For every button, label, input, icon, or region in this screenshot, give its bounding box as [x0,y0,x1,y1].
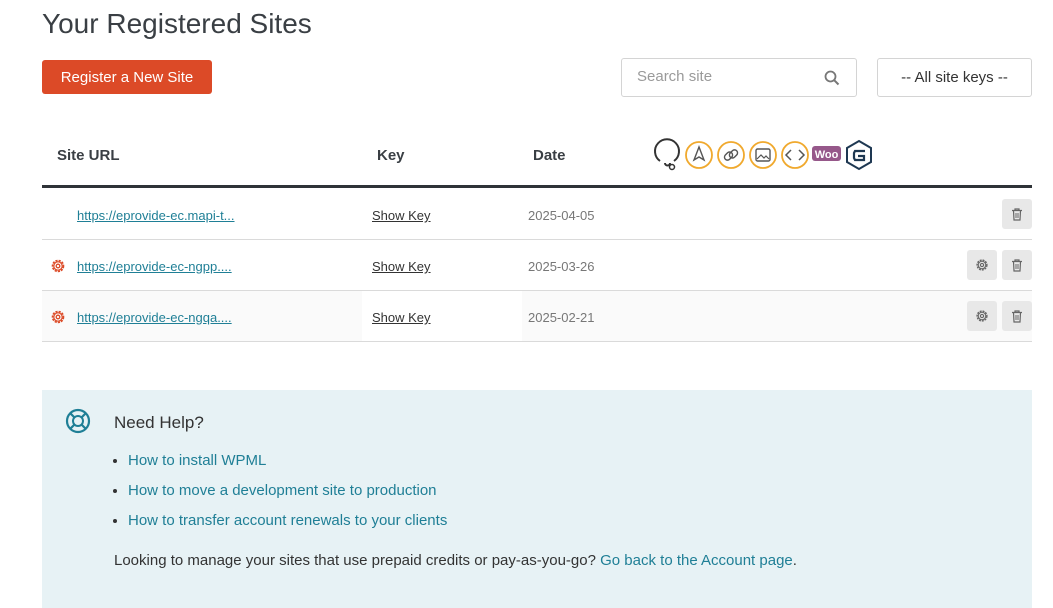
trash-icon [1012,208,1022,221]
site-url-link[interactable]: https://eprovide-ec.mapi-t... [77,208,235,223]
table-row: https://eprovide-ec-ngqa.... Show Key 20… [42,291,1032,342]
support-agent-icon [654,138,680,171]
help-title: Need Help? [114,413,204,432]
registration-date: 2025-02-21 [528,310,595,325]
search-box [621,58,857,97]
gravity-forms-icon [846,139,872,171]
list-item: How to install WPML [128,452,447,482]
column-header-key[interactable]: Key [377,147,405,164]
help-footer-end: . [792,552,797,569]
image-icon [749,141,777,169]
lifebuoy-icon [65,408,91,434]
gear-icon [976,310,988,322]
registration-date: 2025-04-05 [528,208,595,223]
site-settings-button[interactable] [967,250,997,280]
page-title: Your Registered Sites [42,8,312,39]
site-url-link[interactable]: https://eprovide-ec-ngpp.... [77,259,232,274]
help-footer: Looking to manage your sites that use pr… [114,552,797,569]
site-settings-gear-icon[interactable] [49,308,67,326]
show-key-link[interactable]: Show Key [372,310,431,325]
woocommerce-icon: Woo [812,146,841,161]
code-icon [781,141,809,169]
column-header-date[interactable]: Date [533,147,566,164]
column-header-feature-icons: Woo [654,138,872,171]
list-item: How to transfer account renewals to your… [128,512,447,542]
show-key-link[interactable]: Show Key [372,259,431,274]
site-settings-gear-icon[interactable] [49,257,67,275]
register-new-site-button[interactable]: Register a New Site [42,60,212,94]
trash-icon [1012,310,1022,323]
help-link-move-dev-site[interactable]: How to move a development site to produc… [128,482,437,499]
site-settings-button[interactable] [967,301,997,331]
help-footer-text: Looking to manage your sites that use pr… [114,552,596,569]
search-icon[interactable] [824,70,840,86]
delete-site-button[interactable] [1002,199,1032,229]
list-item: How to move a development site to produc… [128,482,447,512]
table-row: https://eprovide-ec.mapi-t... Show Key 2… [42,189,1032,240]
delete-site-button[interactable] [1002,301,1032,331]
table-row: https://eprovide-ec-ngpp.... Show Key 20… [42,240,1032,291]
help-links-list: How to install WPML How to move a develo… [114,452,447,542]
help-link-transfer-renewals[interactable]: How to transfer account renewals to your… [128,512,447,529]
search-input[interactable] [637,68,827,85]
table-header-divider [42,185,1032,188]
help-link-install-wpml[interactable]: How to install WPML [128,452,266,469]
svg-text:Woo: Woo [815,149,839,161]
account-page-link[interactable]: Go back to the Account page [600,552,793,569]
link-icon [717,141,745,169]
gear-icon [976,259,988,271]
trash-icon [1012,259,1022,272]
help-panel: Need Help? How to install WPML How to mo… [42,390,1032,608]
translation-editor-icon [685,141,713,169]
registration-date: 2025-03-26 [528,259,595,274]
site-keys-filter-select[interactable]: -- All site keys -- [877,58,1032,97]
column-header-site-url[interactable]: Site URL [57,147,120,164]
site-url-link[interactable]: https://eprovide-ec-ngqa.... [77,310,232,325]
delete-site-button[interactable] [1002,250,1032,280]
show-key-link[interactable]: Show Key [372,208,431,223]
